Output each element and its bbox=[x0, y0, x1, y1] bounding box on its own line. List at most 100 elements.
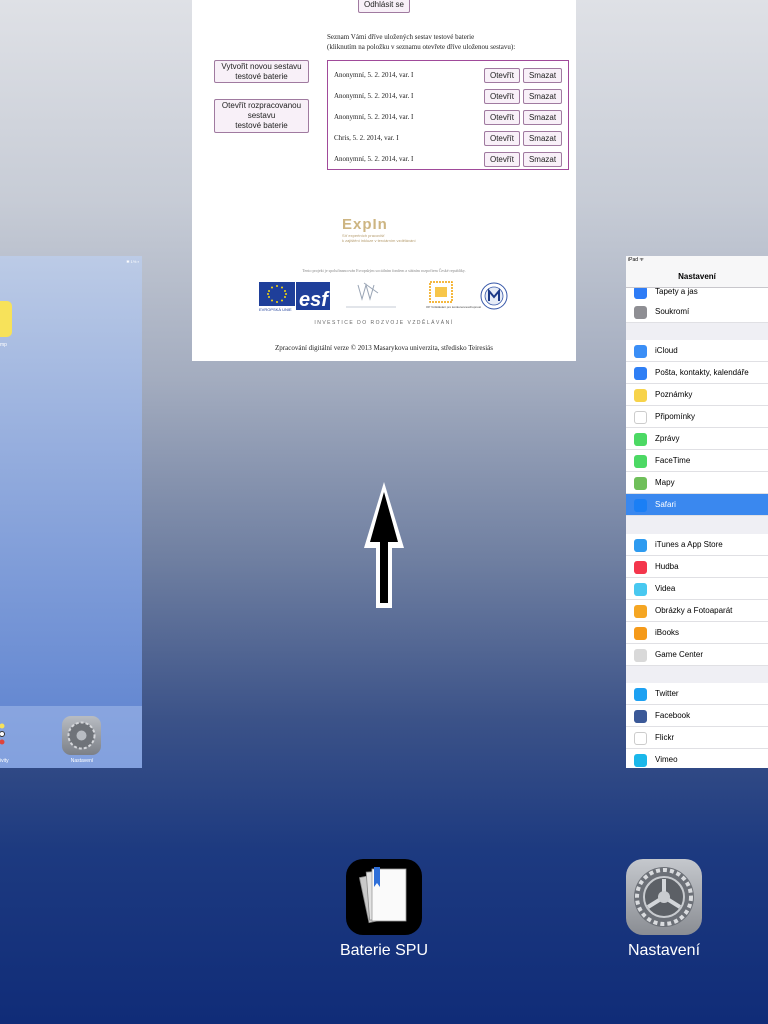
music-icon bbox=[634, 561, 647, 574]
button-label: testové baterie bbox=[235, 71, 288, 81]
delete-item-button[interactable]: Smazat bbox=[523, 89, 562, 104]
open-in-progress-set-button[interactable]: Otevřít rozpracovanou sestavu testové ba… bbox=[214, 99, 309, 133]
saved-list-intro: Seznam Vámi dříve uložených sestav testo… bbox=[327, 32, 567, 52]
settings-row[interactable]: iBooks bbox=[626, 622, 768, 644]
settings-row[interactable]: Flickr bbox=[626, 727, 768, 749]
settings-row-label: iTunes a App Store bbox=[655, 540, 723, 549]
delete-item-button[interactable]: Smazat bbox=[523, 68, 562, 83]
activity-icon bbox=[0, 723, 5, 745]
list-item[interactable]: Anonymní, 5. 2. 2014, var. I Otevřít Sma… bbox=[328, 107, 568, 128]
list-item[interactable]: Anonymní, 5. 2. 2014, var. I Otevřít Sma… bbox=[328, 149, 568, 170]
logout-button[interactable]: Odhlásit se bbox=[358, 0, 410, 13]
open-item-button[interactable]: Otevřít bbox=[484, 131, 520, 146]
status-bar: iPad ᯤ bbox=[628, 257, 644, 263]
settings-row-label: Obrázky a Fotoaparát bbox=[655, 606, 733, 615]
settings-row[interactable]: Poznámky bbox=[626, 384, 768, 406]
hand-icon bbox=[634, 306, 647, 319]
list-item[interactable]: Anonymní, 5. 2. 2014, var. I Otevřít Sma… bbox=[328, 65, 568, 86]
settings-navbar: iPad ᯤ Nastavení bbox=[626, 256, 768, 288]
eu-label: EVROPSKÁ UNIE bbox=[259, 307, 292, 312]
muni-seal-icon bbox=[480, 282, 508, 310]
list-item-label: Anonymní, 5. 2. 2014, var. I bbox=[334, 92, 414, 100]
settings-row[interactable]: Soukromí bbox=[626, 301, 768, 323]
delete-item-button[interactable]: Smazat bbox=[523, 152, 562, 167]
button-label: Otevřít rozpracovanou bbox=[221, 101, 302, 110]
open-item-button[interactable]: Otevřít bbox=[484, 89, 520, 104]
photos-icon bbox=[634, 605, 647, 618]
open-item-button[interactable]: Otevřít bbox=[484, 68, 520, 83]
ibooks-icon bbox=[634, 627, 647, 640]
delete-item-button[interactable]: Smazat bbox=[523, 110, 562, 125]
settings-title: Nastavení bbox=[678, 272, 716, 281]
settings-row[interactable]: Facebook bbox=[626, 705, 768, 727]
settings-row-label: Mapy bbox=[655, 478, 675, 487]
messages-icon bbox=[634, 433, 647, 446]
safari-icon bbox=[634, 499, 647, 512]
settings-row[interactable]: Videa bbox=[626, 578, 768, 600]
settings-row[interactable]: Mapy bbox=[626, 472, 768, 494]
cloud-icon bbox=[634, 345, 647, 358]
baterie-spu-app-icon[interactable] bbox=[346, 859, 422, 935]
app-label: ivity bbox=[0, 758, 9, 764]
settings-row[interactable]: Zprávy bbox=[626, 428, 768, 450]
settings-row-label: Připomínky bbox=[655, 412, 696, 421]
footer-credit: Zpracování digitální verze © 2013 Masary… bbox=[275, 344, 493, 352]
settings-row[interactable]: Hudba bbox=[626, 556, 768, 578]
button-label: Vytvořit novou sestavu bbox=[221, 61, 302, 71]
settings-row-label: Vimeo bbox=[655, 755, 678, 764]
baterie-spu-app-label: Baterie SPU bbox=[339, 942, 429, 959]
settings-row[interactable]: iTunes a App Store bbox=[626, 534, 768, 556]
mail-icon bbox=[634, 367, 647, 380]
settings-row-label: Hudba bbox=[655, 562, 679, 571]
list-item[interactable]: Chris, 5. 2. 2014, var. I Otevřít Smazat bbox=[328, 128, 568, 149]
settings-row[interactable]: Připomínky bbox=[626, 406, 768, 428]
settings-row-label: FaceTime bbox=[655, 456, 691, 465]
vimeo-icon bbox=[634, 754, 647, 767]
settings-row[interactable]: Vimeo bbox=[626, 749, 768, 768]
list-intro-line: Seznam Vámi dříve uložených sestav testo… bbox=[327, 33, 475, 41]
swipe-up-arrow-icon bbox=[364, 482, 404, 608]
list-item-label: Anonymní, 5. 2. 2014, var. I bbox=[334, 155, 414, 163]
funding-note: Tento projekt je spolufinancován Evropsk… bbox=[302, 268, 466, 273]
settings-row[interactable]: Twitter bbox=[626, 683, 768, 705]
button-label: sestavu bbox=[247, 111, 276, 120]
notes-icon bbox=[634, 389, 647, 402]
app-label: mp bbox=[0, 342, 7, 348]
settings-row-label: Safari bbox=[655, 500, 676, 509]
funding-logos: EVROPSKÁ UNIE esf OP Vzdělávání pro konk… bbox=[259, 281, 508, 312]
create-new-set-button[interactable]: Vytvořit novou sestavu testové baterie bbox=[214, 60, 309, 83]
msmt-logo-icon bbox=[346, 282, 396, 308]
appstore-icon bbox=[634, 539, 647, 552]
settings-row[interactable]: Obrázky a Fotoaparát bbox=[626, 600, 768, 622]
eu-flag-icon bbox=[259, 282, 295, 306]
settings-row[interactable]: Game Center bbox=[626, 644, 768, 666]
op-label: OP Vzdělávání pro konkurenceschopnost bbox=[426, 305, 481, 309]
settings-row[interactable]: Pošta, kontakty, kalendáře bbox=[626, 362, 768, 384]
app-switcher-card-settings[interactable]: Tapety a jas Soukromí iCloud Pošta, kontakt… bbox=[626, 256, 768, 768]
esf-label: esf bbox=[299, 289, 330, 311]
settings-row[interactable]: FaceTime bbox=[626, 450, 768, 472]
settings-row-label: iCloud bbox=[655, 346, 678, 355]
twitter-icon bbox=[634, 688, 647, 701]
open-item-button[interactable]: Otevřít bbox=[484, 152, 520, 167]
settings-gear-icon bbox=[62, 716, 101, 755]
settings-row-label: Flickr bbox=[655, 733, 675, 742]
delete-item-button[interactable]: Smazat bbox=[523, 131, 562, 146]
videos-icon bbox=[634, 583, 647, 596]
gamecenter-icon bbox=[634, 649, 647, 662]
settings-row[interactable]: iCloud bbox=[626, 340, 768, 362]
nastaveni-app-icon[interactable] bbox=[626, 859, 702, 935]
app-switcher-card-home-screen[interactable]: ✱ 1% ▪ mp ivity Nastavení bbox=[0, 256, 142, 768]
list-intro-line: (kliknutím na položku v seznamu otevřete… bbox=[327, 43, 516, 51]
expin-subtitle-line: k zajištění inkluze v terciárním vzděláv… bbox=[342, 238, 416, 243]
open-item-button[interactable]: Otevřít bbox=[484, 110, 520, 125]
app-switcher-card-baterie[interactable]: Odhlásit se Seznam Vámi dříve uložených … bbox=[192, 0, 576, 361]
settings-row-label: Videa bbox=[655, 584, 676, 593]
app-label: Nastavení bbox=[70, 758, 94, 764]
reminders-icon bbox=[634, 411, 647, 424]
op-logo-icon: OP Vzdělávání pro konkurenceschopnost bbox=[426, 281, 481, 309]
investice-tagline: INVESTICE DO ROZVOJE VZDĚLÁVÁNÍ bbox=[314, 320, 454, 326]
flickr-icon bbox=[634, 732, 647, 745]
list-item[interactable]: Anonymní, 5. 2. 2014, var. I Otevřít Sma… bbox=[328, 86, 568, 107]
settings-row[interactable]: Safari bbox=[626, 494, 768, 516]
